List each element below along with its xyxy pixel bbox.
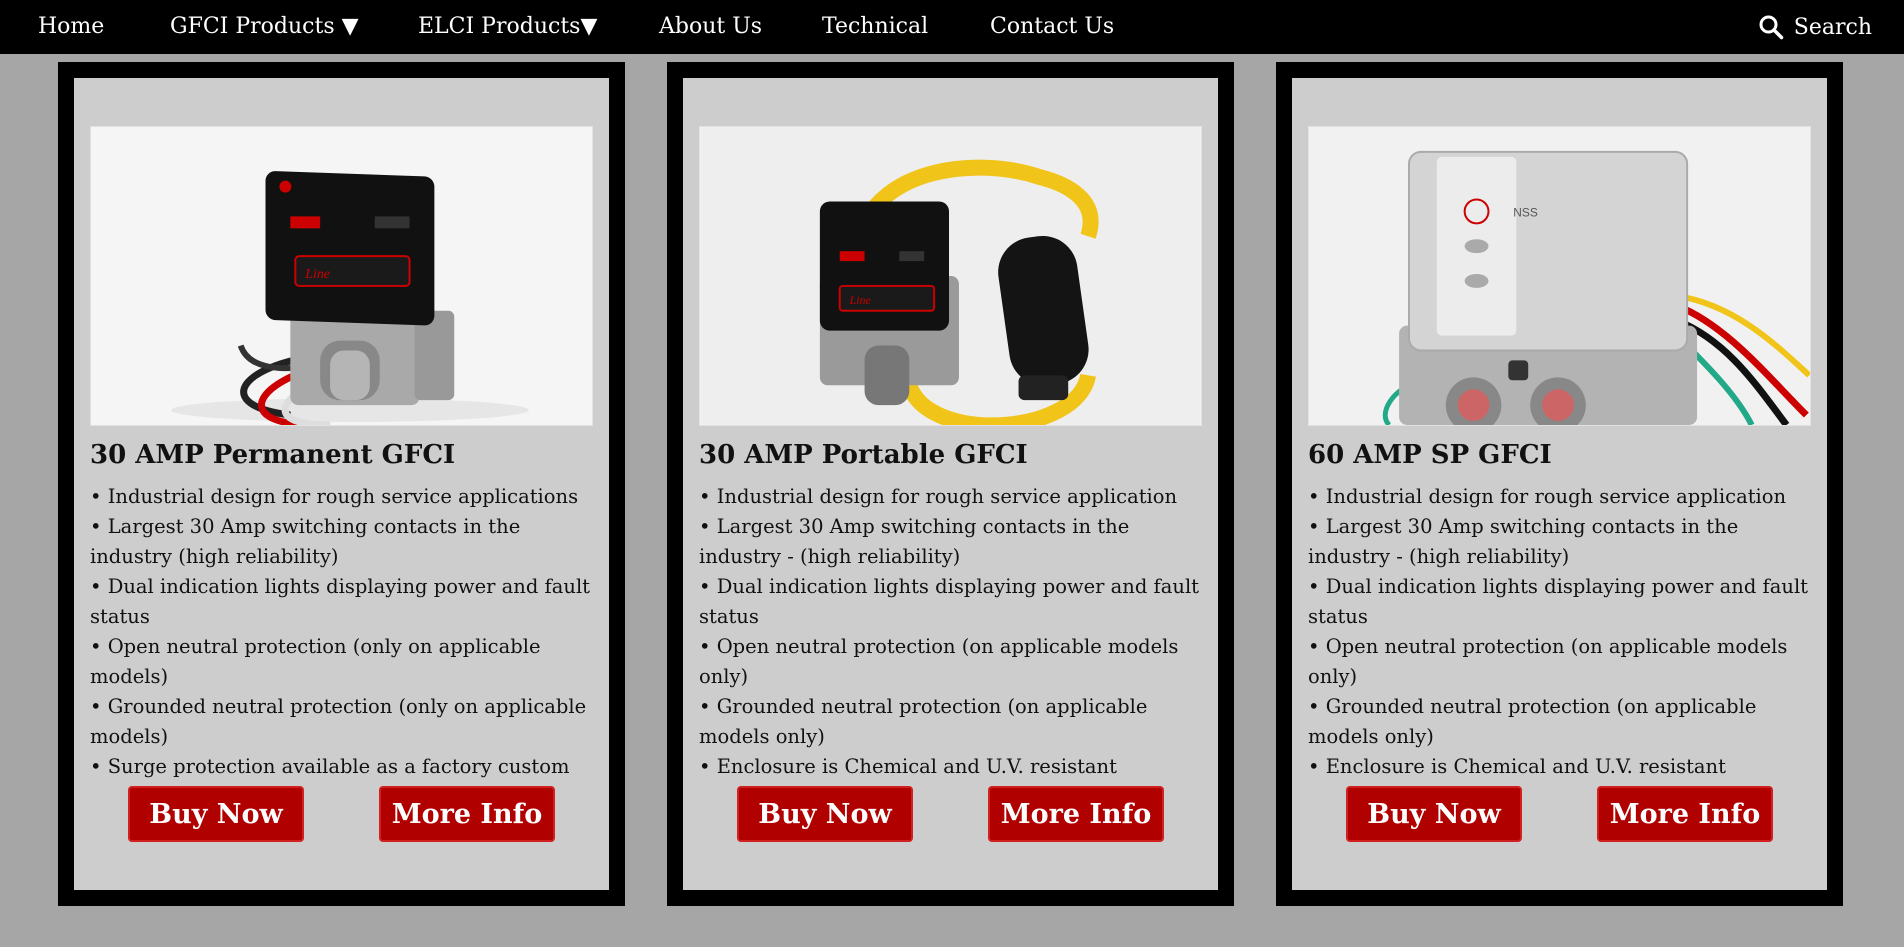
feature-item: • Grounded neutral protection (on applic…	[1308, 695, 1757, 748]
buy-now-button[interactable]: Buy Now	[128, 786, 304, 842]
buy-now-button[interactable]: Buy Now	[737, 786, 913, 842]
portable-gfci-product-photo: Line	[699, 126, 1202, 426]
more-info-button[interactable]: More Info	[379, 786, 555, 842]
svg-text:Line: Line	[849, 293, 872, 307]
more-info-button[interactable]: More Info	[1597, 786, 1773, 842]
feature-item: • Surge protection available as a factor…	[90, 755, 570, 778]
product-title: 60 AMP SP GFCI	[1308, 440, 1552, 470]
feature-item: • Open neutral protection (only on appli…	[90, 635, 541, 688]
feature-item: • Largest 30 Amp switching contacts in t…	[90, 515, 521, 568]
feature-item: • Industrial design for rough service ap…	[1308, 485, 1787, 508]
search-icon	[1758, 14, 1784, 40]
nav-gfci-products[interactable]: GFCI Products ▼	[170, 0, 359, 54]
feature-item: • Open neutral protection (on applicable…	[699, 635, 1179, 688]
product-card-body: NSS 60 AMP SP GFCI • Industrial design f…	[1292, 78, 1827, 890]
product-card: Line 30 AMP Permanent GFCI • Industrial …	[58, 62, 625, 906]
feature-list: • Industrial design for rough service ap…	[90, 482, 595, 782]
feature-item: • Largest 30 Amp switching contacts in t…	[1308, 515, 1739, 568]
product-card: NSS 60 AMP SP GFCI • Industrial design f…	[1276, 62, 1843, 906]
more-info-button[interactable]: More Info	[988, 786, 1164, 842]
feature-item: • Enclosure is Chemical and U.V. resista…	[1308, 755, 1726, 778]
feature-item: • Industrial design for rough service ap…	[90, 485, 579, 508]
sp-gfci-product-photo: NSS	[1308, 126, 1811, 426]
product-card-body: Line 30 AMP Permanent GFCI • Industrial …	[74, 78, 609, 890]
feature-item: • Enclosure is Chemical and U.V. resista…	[699, 755, 1117, 778]
product-card-body: Line 30 AMP Portable GFCI • Industrial d…	[683, 78, 1218, 890]
feature-item: • Grounded neutral protection (only on a…	[90, 695, 587, 748]
feature-item: • Open neutral protection (on applicable…	[1308, 635, 1788, 688]
feature-list: • Industrial design for rough service ap…	[699, 482, 1204, 782]
feature-item: • Dual indication lights displaying powe…	[699, 575, 1200, 628]
buy-now-button[interactable]: Buy Now	[1346, 786, 1522, 842]
feature-item: • Dual indication lights displaying powe…	[90, 575, 591, 628]
nav-about-us[interactable]: About Us	[659, 0, 762, 54]
nav-home[interactable]: Home	[38, 0, 104, 54]
permanent-gfci-product-photo: Line	[90, 126, 593, 426]
search-label: Search	[1793, 14, 1872, 40]
svg-text:NSS: NSS	[1513, 205, 1538, 219]
feature-item: • Largest 30 Amp switching contacts in t…	[699, 515, 1130, 568]
search-button[interactable]: Search	[1758, 0, 1872, 54]
nav-elci-products[interactable]: ELCI Products▼	[418, 0, 597, 54]
feature-list: • Industrial design for rough service ap…	[1308, 482, 1813, 782]
product-card: Line 30 AMP Portable GFCI • Industrial d…	[667, 62, 1234, 906]
product-title: 30 AMP Permanent GFCI	[90, 440, 456, 470]
top-nav: Home GFCI Products ▼ ELCI Products▼ Abou…	[0, 0, 1904, 54]
nav-technical[interactable]: Technical	[822, 0, 928, 54]
feature-item: • Dual indication lights displaying powe…	[1308, 575, 1809, 628]
svg-text:Line: Line	[304, 267, 330, 282]
feature-item: • Industrial design for rough service ap…	[699, 485, 1178, 508]
nav-contact-us[interactable]: Contact Us	[990, 0, 1114, 54]
feature-item: • Grounded neutral protection (on applic…	[699, 695, 1148, 748]
product-title: 30 AMP Portable GFCI	[699, 440, 1028, 470]
